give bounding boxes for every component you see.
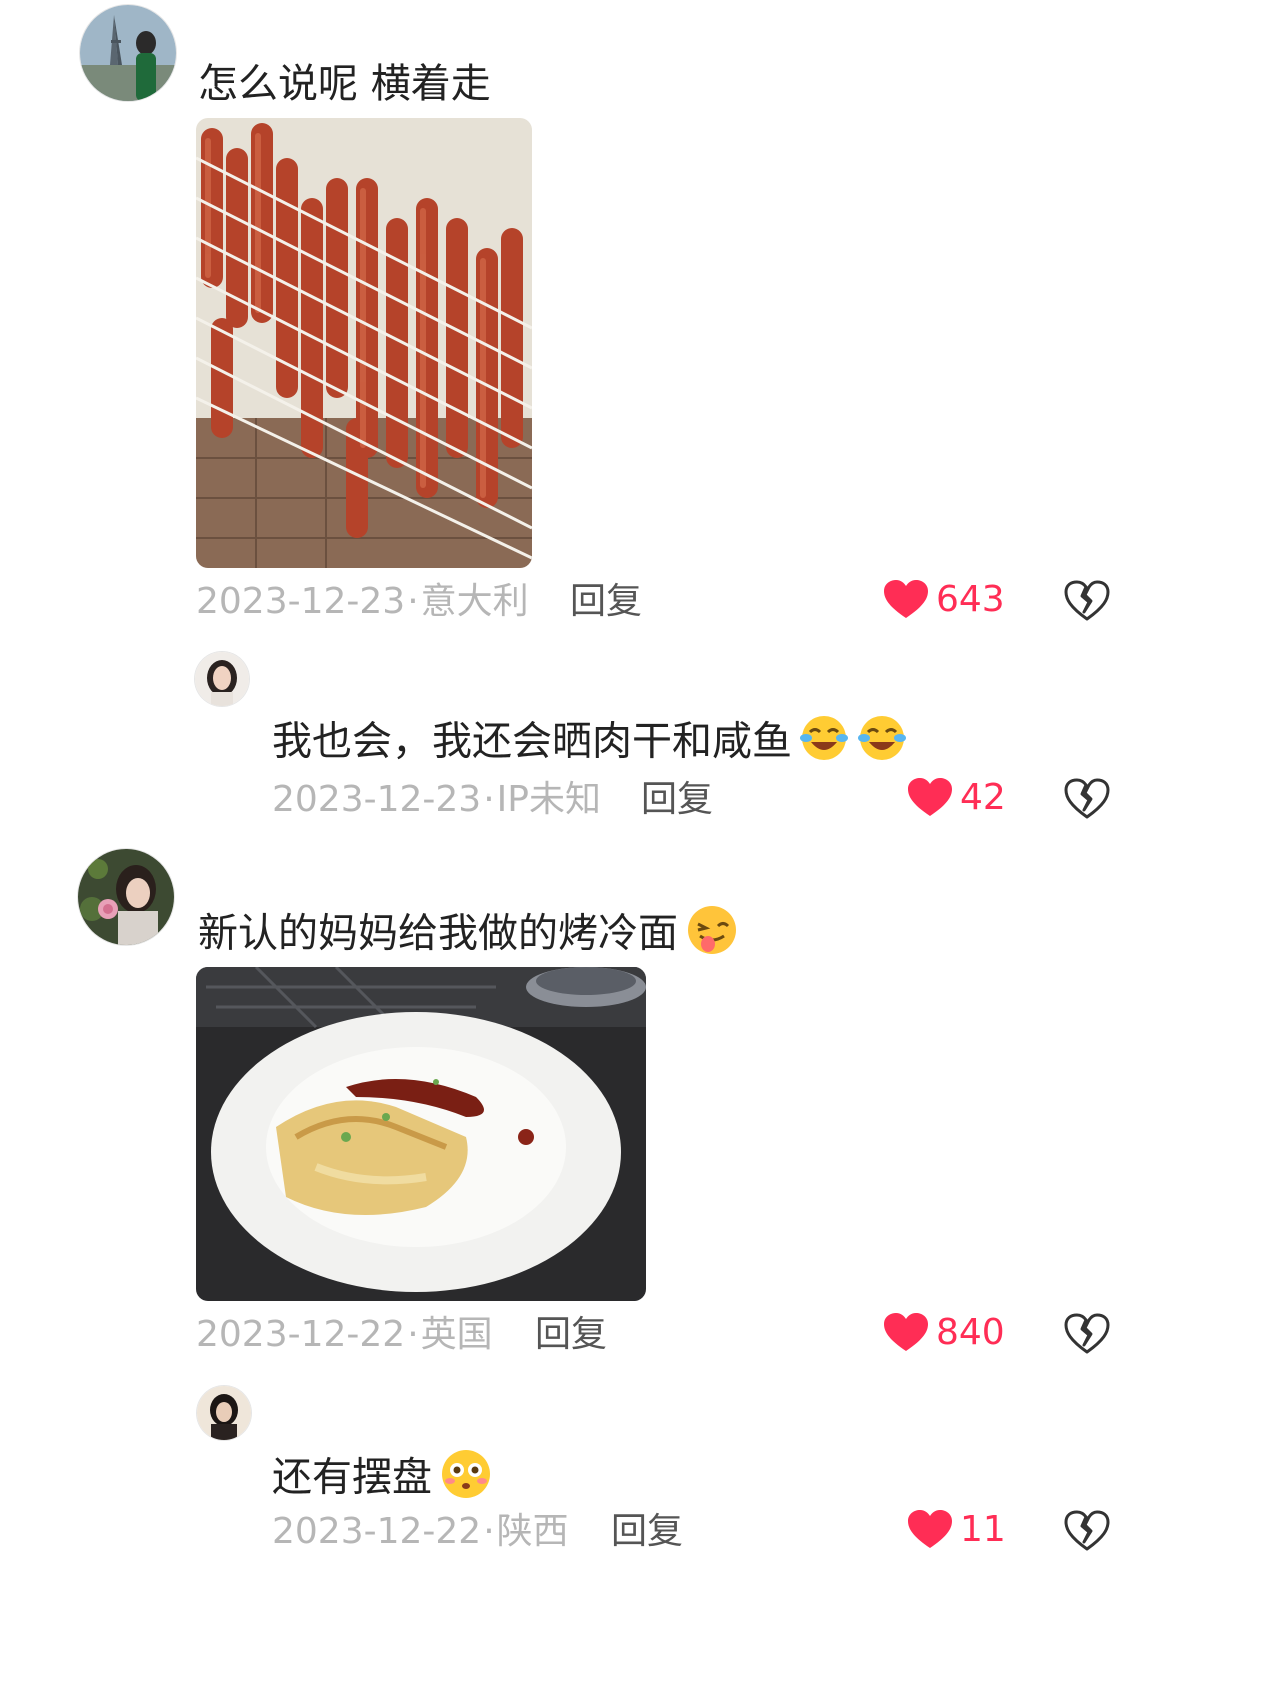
reply-date: 2023-12-22 [272,1511,482,1552]
like-count: 643 [936,579,1005,620]
reply-button[interactable]: 回复 [570,582,642,622]
comment-text: 新认的妈妈给我做的烤冷面 [198,904,740,967]
dislike-button[interactable] [1064,580,1110,626]
heart-icon [908,1510,952,1548]
like-button[interactable]: 840 [884,1313,1005,1353]
broken-heart-icon [1064,1313,1110,1354]
meta-separator: · [407,1314,419,1355]
reply-text: 我也会，我还会晒肉干和咸鱼 [272,714,908,773]
comment-text: 怎么说呢 横着走 [198,61,491,107]
reply-meta: 2023-12-23·IP未知 [272,780,601,820]
reply-button[interactable]: 回复 [641,780,713,820]
comment-date: 2023-12-23 [196,581,406,622]
like-count: 840 [936,1312,1005,1353]
comment-date: 2023-12-22 [196,1314,406,1355]
reply-button[interactable]: 回复 [611,1512,683,1552]
reply-button[interactable]: 回复 [535,1315,607,1355]
sausage-drying-photo[interactable] [196,118,532,568]
dislike-button[interactable] [1064,1313,1110,1359]
comment-location: 英国 [420,1314,493,1355]
meta-separator: · [483,1511,495,1552]
plated-dish-photo[interactable] [196,967,646,1301]
broken-heart-icon [1064,778,1110,819]
comment-meta: 2023-12-23·意大利 [196,582,529,622]
winking-tongue-emoji [684,904,740,967]
broken-heart-icon [1064,580,1110,621]
heart-icon [908,778,952,816]
like-count: 42 [960,777,1006,818]
meta-separator: · [407,581,419,622]
like-button[interactable]: 11 [908,1510,1006,1550]
meta-separator: · [483,779,495,820]
comment-meta: 2023-12-22·英国 [196,1315,493,1355]
reply-text: 还有摆盘 [272,1448,494,1511]
heart-icon [884,580,928,618]
heart-icon [884,1313,928,1351]
crying-laughing-emoji [798,714,850,773]
avatar[interactable] [195,652,249,706]
reply-location: IP未知 [496,779,601,820]
reply-date: 2023-12-23 [272,779,482,820]
reply-text-content: 我也会，我还会晒肉干和咸鱼 [272,718,792,765]
avatar[interactable] [78,849,174,945]
crying-laughing-emoji [856,714,908,773]
dislike-button[interactable] [1064,778,1110,824]
comment-feed: 怎么说呢 横着走 2023-12-23·意大利 回复 643 我也会，我还会晒肉… [0,0,1280,1692]
like-button[interactable]: 42 [908,778,1006,818]
reply-meta: 2023-12-22·陕西 [272,1512,569,1552]
dislike-button[interactable] [1064,1510,1110,1556]
flushed-face-emoji [438,1448,494,1511]
avatar[interactable] [80,5,176,101]
avatar[interactable] [197,1386,251,1440]
reply-location: 陕西 [496,1511,569,1552]
bottom-fade [0,1652,1280,1692]
reply-text-content: 还有摆盘 [272,1454,432,1501]
comment-location: 意大利 [420,581,529,622]
broken-heart-icon [1064,1510,1110,1551]
like-button[interactable]: 643 [884,580,1005,620]
comment-text-content: 新认的妈妈给我做的烤冷面 [198,910,678,957]
like-count: 11 [960,1509,1006,1550]
